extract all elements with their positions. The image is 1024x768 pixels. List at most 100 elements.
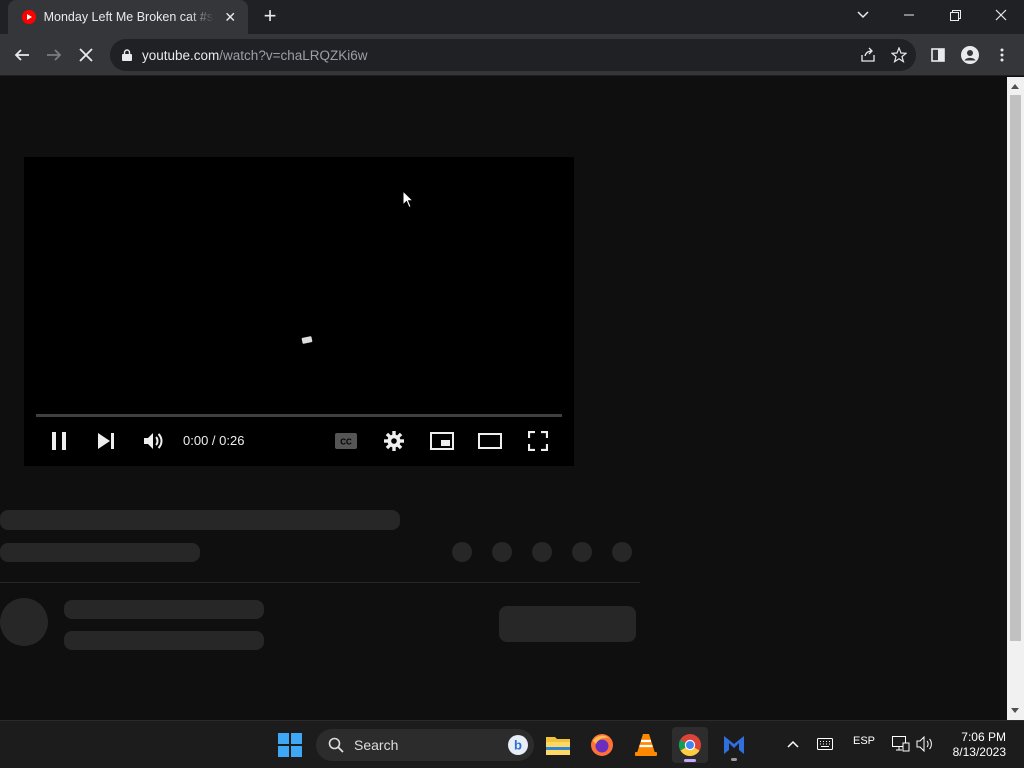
tab-search-button[interactable] <box>840 0 886 30</box>
duration: 0:26 <box>219 433 245 448</box>
mouse-cursor-icon <box>402 190 414 209</box>
fullscreen-button[interactable] <box>526 429 550 453</box>
browser-tab[interactable]: Monday Left Me Broken cat #shorts ✕ <box>8 0 248 34</box>
volume-button[interactable] <box>141 429 165 453</box>
clock-date: 8/13/2023 <box>952 745 1006 759</box>
forward-arrow-icon <box>47 49 62 61</box>
pause-button[interactable] <box>47 429 71 453</box>
speaker-icon[interactable] <box>916 736 934 752</box>
pause-icon <box>52 432 66 450</box>
bookmark-star-icon[interactable] <box>891 47 907 63</box>
chrome-button[interactable] <box>672 727 708 763</box>
time-separator: / <box>208 433 220 448</box>
keyboard-icon[interactable] <box>817 738 833 750</box>
action-skeleton-2 <box>492 542 512 562</box>
windows-taskbar: Search b ESP 7:06 PM 8/13/2023 <box>0 720 1024 768</box>
channel-avatar-skeleton <box>0 598 48 646</box>
close-icon <box>995 9 1007 21</box>
loading-mark <box>301 336 313 344</box>
taskbar-search[interactable]: Search b <box>316 729 534 761</box>
settings-button[interactable] <box>382 429 406 453</box>
restore-button[interactable] <box>932 0 978 30</box>
search-label: Search <box>354 737 399 753</box>
language-indicator[interactable]: ESP <box>853 735 875 747</box>
bing-icon[interactable]: b <box>508 735 528 755</box>
close-window-button[interactable] <box>978 0 1024 30</box>
search-icon <box>328 737 344 753</box>
captions-button[interactable]: CC <box>334 429 358 453</box>
address-bar[interactable]: youtube.com/watch?v=chaLRQZKi6w <box>110 39 916 71</box>
start-button[interactable] <box>272 727 308 763</box>
back-arrow-icon <box>14 49 29 61</box>
closed-captions-icon: CC <box>335 433 357 449</box>
active-app-indicator <box>684 759 696 762</box>
scroll-down-arrow-icon[interactable] <box>1011 708 1019 713</box>
action-skeleton-5 <box>612 542 632 562</box>
clock-time: 7:06 PM <box>961 730 1006 744</box>
malwarebytes-icon <box>724 736 744 754</box>
vlc-button[interactable] <box>628 727 664 763</box>
running-app-indicator <box>731 758 737 761</box>
next-button[interactable] <box>94 429 118 453</box>
chevron-up-icon[interactable] <box>787 740 799 748</box>
vlc-cone-icon <box>635 734 657 756</box>
gear-icon <box>384 431 404 451</box>
network-icon[interactable] <box>892 736 910 752</box>
page-scrollbar[interactable] <box>1007 77 1024 720</box>
action-skeleton-4 <box>572 542 592 562</box>
video-player[interactable]: 0:00 / 0:26 CC <box>24 157 574 466</box>
folder-icon <box>546 737 570 755</box>
url-text: youtube.com/watch?v=chaLRQZKi6w <box>142 48 368 63</box>
title-skeleton <box>0 510 400 530</box>
action-skeleton-3 <box>532 542 552 562</box>
subtitle-skeleton <box>0 543 200 562</box>
system-clock[interactable]: 7:06 PM 8/13/2023 <box>953 730 1006 760</box>
next-track-icon <box>98 433 114 449</box>
current-time: 0:00 <box>183 433 209 448</box>
subscribe-skeleton <box>499 606 636 642</box>
tab-title: Monday Left Me Broken cat #shorts <box>43 10 215 24</box>
svg-text:b: b <box>514 738 522 753</box>
minimize-icon <box>904 14 914 16</box>
firefox-button[interactable] <box>584 727 620 763</box>
chrome-icon <box>678 734 701 756</box>
scrollbar-thumb[interactable] <box>1010 95 1021 641</box>
file-explorer-button[interactable] <box>540 727 576 763</box>
section-divider <box>0 582 640 583</box>
stop-loading-button[interactable] <box>74 43 98 67</box>
channel-info-skeleton <box>64 631 264 650</box>
scroll-up-arrow-icon[interactable] <box>1011 84 1019 89</box>
stop-x-icon <box>79 48 93 62</box>
profile-button[interactable] <box>958 43 982 67</box>
side-panel-button[interactable] <box>926 43 950 67</box>
restore-icon <box>949 9 961 21</box>
malwarebytes-button[interactable] <box>716 727 752 763</box>
new-tab-button[interactable]: + <box>258 5 282 29</box>
chevron-down-icon <box>857 11 869 19</box>
action-skeleton-1 <box>452 542 472 562</box>
tab-strip: Monday Left Me Broken cat #shorts ✕ + <box>0 0 1024 34</box>
chrome-menu-button[interactable] <box>990 43 1014 67</box>
share-icon[interactable] <box>860 47 876 63</box>
youtube-watch-page: 0:00 / 0:26 CC <box>0 77 1007 720</box>
side-panel-icon <box>931 48 945 62</box>
forward-button[interactable] <box>42 43 66 67</box>
theater-mode-button[interactable] <box>478 429 502 453</box>
miniplayer-button[interactable] <box>430 429 454 453</box>
progress-bar[interactable] <box>36 414 562 417</box>
miniplayer-icon <box>430 432 454 450</box>
time-display: 0:00 / 0:26 <box>183 433 244 448</box>
channel-name-skeleton <box>64 600 264 619</box>
svg-text:CC: CC <box>340 438 352 447</box>
url-path: /watch?v=chaLRQZKi6w <box>219 47 368 63</box>
browser-toolbar: youtube.com/watch?v=chaLRQZKi6w <box>0 34 1024 76</box>
kebab-menu-icon <box>1000 48 1004 62</box>
tab-close-icon[interactable]: ✕ <box>222 9 238 26</box>
fullscreen-icon <box>528 431 548 451</box>
firefox-icon <box>591 734 613 756</box>
youtube-favicon-icon <box>22 10 36 24</box>
theater-mode-icon <box>478 433 502 449</box>
profile-avatar-icon <box>961 46 979 64</box>
minimize-button[interactable] <box>886 0 932 30</box>
back-button[interactable] <box>10 43 34 67</box>
